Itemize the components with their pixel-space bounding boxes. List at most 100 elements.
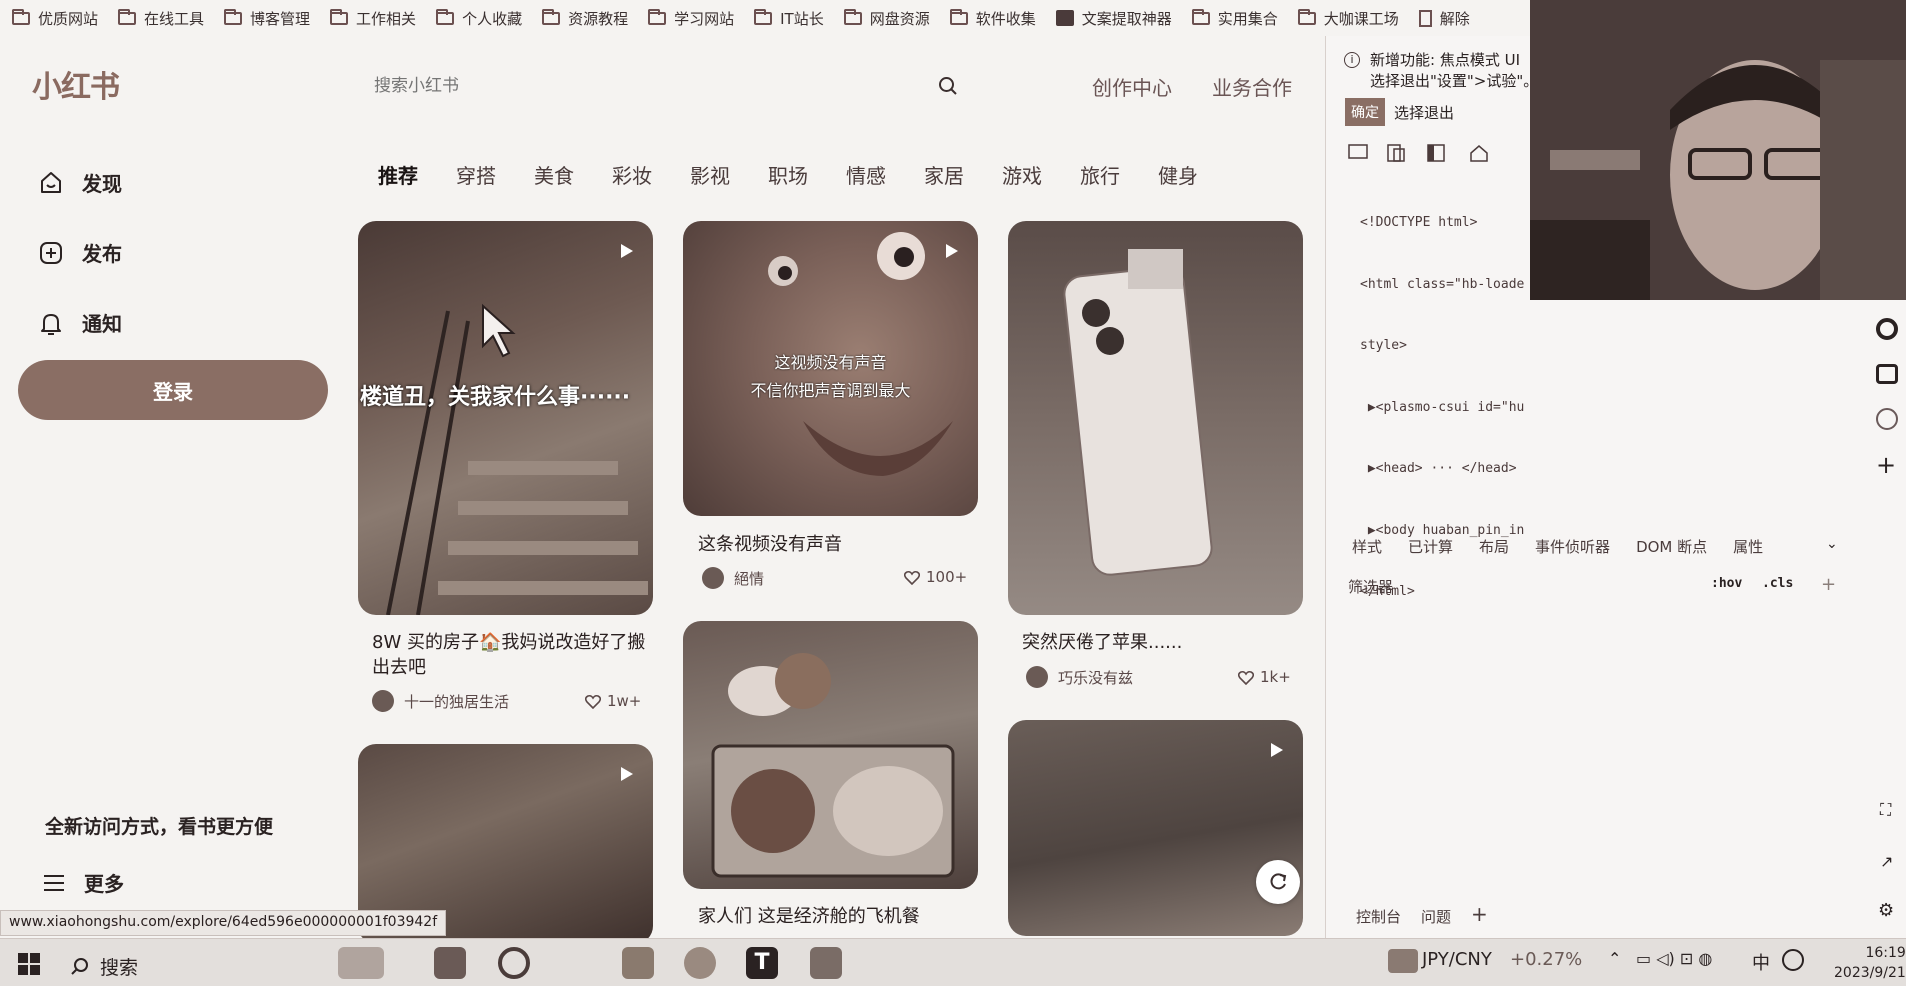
sidebar-item-discover[interactable]: 发现: [38, 168, 122, 197]
more-menu[interactable]: 更多: [42, 868, 124, 897]
currency-pair[interactable]: JPY/CNY: [1422, 949, 1492, 970]
extension-icon[interactable]: [1876, 408, 1898, 430]
devtools-toolbar-icons[interactable]: [1348, 142, 1528, 164]
app-icon[interactable]: [622, 947, 654, 979]
tray-icons[interactable]: ▭ ◁) ⊡ ◍: [1636, 949, 1712, 968]
tab-computed[interactable]: 已计算: [1408, 536, 1453, 557]
games-icon[interactable]: [1876, 364, 1898, 384]
opt-out-link[interactable]: 选择退出: [1394, 102, 1454, 123]
feed-card-title[interactable]: 家人们 这是经济舱的飞机餐: [698, 904, 920, 929]
like-count[interactable]: 100+: [904, 568, 967, 586]
bookmark-folder[interactable]: 实用集合: [1191, 8, 1278, 29]
site-logo[interactable]: 小红书: [32, 62, 120, 106]
add-icon[interactable]: +: [1876, 453, 1898, 477]
bookmark-link[interactable]: 文案提取神器: [1055, 8, 1172, 29]
browser-beta-icon[interactable]: [434, 947, 466, 979]
feed-card-image[interactable]: 这视频没有声音 不信你把声音调到最大: [683, 221, 978, 516]
hov-toggle[interactable]: :hov: [1711, 576, 1742, 591]
chevron-down-icon[interactable]: ⌄: [1826, 536, 1838, 552]
dom-tree[interactable]: <!DOCTYPE html> <html class="hb-loade st…: [1360, 172, 1524, 644]
tab-styles[interactable]: 样式: [1352, 536, 1382, 557]
folder-icon: [436, 8, 455, 25]
screenshot-icon[interactable]: ⛶: [1880, 800, 1891, 820]
sidebar-item-notifications[interactable]: 通知: [38, 308, 122, 337]
ime-indicator[interactable]: 中: [1752, 949, 1770, 975]
bookmark-folder[interactable]: 网盘资源: [843, 8, 930, 29]
feed-card-title[interactable]: 突然厌倦了苹果......: [1022, 630, 1182, 655]
typora-icon[interactable]: T: [746, 947, 778, 979]
tab-home[interactable]: 家居: [924, 160, 964, 189]
login-button[interactable]: 登录: [18, 360, 328, 420]
confirm-button[interactable]: 确定: [1345, 98, 1385, 126]
feed-card-title[interactable]: 8W 买的房子🏠我妈说改造好了搬出去吧: [372, 630, 652, 680]
like-count[interactable]: 1w+: [585, 692, 641, 710]
like-count[interactable]: 1k+: [1238, 668, 1291, 686]
search-input[interactable]: [372, 68, 932, 104]
clock[interactable]: 16:19 2023/9/21: [1834, 943, 1906, 983]
bookmark-folder[interactable]: 学习网站: [648, 8, 734, 29]
sidebar-item-publish[interactable]: 发布: [38, 238, 122, 267]
tab-food[interactable]: 美食: [534, 160, 574, 189]
bookmark-folder[interactable]: 工作相关: [330, 8, 416, 29]
tab-layout[interactable]: 布局: [1479, 536, 1509, 557]
bookmark-link[interactable]: 解除: [1418, 8, 1470, 29]
search-icon[interactable]: [938, 76, 958, 96]
refresh-button[interactable]: [1256, 860, 1300, 904]
tab-console[interactable]: 控制台: [1356, 906, 1401, 927]
tab-movies[interactable]: 影视: [690, 160, 730, 189]
folder-icon: [949, 8, 968, 25]
tab-fitness[interactable]: 健身: [1158, 160, 1198, 189]
creator-center-link[interactable]: 创作中心: [1092, 72, 1172, 101]
app-icon[interactable]: [684, 947, 716, 979]
bookmark-folder[interactable]: 个人收藏: [436, 8, 522, 29]
tab-games[interactable]: 游戏: [1002, 160, 1042, 189]
add-tab-icon[interactable]: +: [1471, 904, 1488, 927]
feed-card-title[interactable]: 这条视频没有声音: [698, 532, 842, 557]
status-url: www.xiaohongshu.com/explore/64ed596e0000…: [0, 910, 447, 936]
promo-text[interactable]: 全新访问方式，看书更方便: [45, 812, 273, 839]
windows-start-icon[interactable]: [18, 953, 40, 975]
feed-card-author[interactable]: 十一的独居生活: [372, 690, 509, 712]
feed-card-image[interactable]: 楼道丑，关我家什么事······: [358, 221, 653, 615]
taskbar-widget[interactable]: [338, 947, 384, 979]
app-tray-icon[interactable]: [1782, 949, 1804, 971]
feed-card-image[interactable]: [683, 621, 978, 889]
currency-change[interactable]: +0.27%: [1510, 949, 1582, 970]
tab-properties[interactable]: 属性: [1733, 536, 1763, 557]
feed-card-image[interactable]: [1008, 221, 1303, 615]
feed-card-author[interactable]: 絕情: [702, 567, 764, 589]
file-explorer-icon[interactable]: [810, 947, 842, 979]
tab-travel[interactable]: 旅行: [1080, 160, 1120, 189]
bookmark-folder[interactable]: 在线工具: [118, 8, 204, 29]
add-rule-icon[interactable]: +: [1821, 574, 1836, 595]
bookmark-folder[interactable]: 优质网站: [12, 8, 98, 29]
bookmark-folder[interactable]: 软件收集: [949, 8, 1036, 29]
tab-event-listeners[interactable]: 事件侦听器: [1535, 536, 1610, 557]
bookmark-folder[interactable]: 资源教程: [542, 8, 628, 29]
tab-recommend[interactable]: 推荐: [378, 160, 418, 189]
tab-career[interactable]: 职场: [768, 160, 808, 189]
bookmark-folder[interactable]: 博客管理: [224, 8, 310, 29]
external-link-icon[interactable]: ↗: [1880, 852, 1893, 871]
chrome-icon[interactable]: [498, 947, 530, 979]
bookmark-folder[interactable]: 大咖课工场: [1297, 8, 1399, 29]
page-icon: [1418, 9, 1432, 27]
tab-outfit[interactable]: 穿搭: [456, 160, 496, 189]
copilot-icon[interactable]: [1876, 318, 1898, 340]
edge-sidebar: +: [1876, 318, 1898, 477]
settings-gear-icon[interactable]: ⚙: [1878, 900, 1894, 921]
folder-icon: [754, 8, 773, 25]
bookmark-folder[interactable]: IT站长: [754, 8, 824, 29]
cls-toggle[interactable]: .cls: [1762, 576, 1793, 591]
tab-emotion[interactable]: 情感: [846, 160, 886, 189]
drawer-tabs: 控制台 问题 +: [1356, 904, 1508, 927]
business-link[interactable]: 业务合作: [1212, 72, 1292, 101]
tab-dom-breakpoints[interactable]: DOM 断点: [1636, 536, 1707, 557]
tab-makeup[interactable]: 彩妆: [612, 160, 652, 189]
taskbar-search[interactable]: 搜索: [70, 953, 138, 980]
filter-input[interactable]: 筛选器: [1348, 576, 1393, 597]
tab-issues[interactable]: 问题: [1421, 906, 1451, 927]
feed-card-image[interactable]: [1008, 720, 1303, 936]
chevron-up-icon[interactable]: ⌃: [1608, 949, 1621, 968]
feed-card-author[interactable]: 巧乐没有兹: [1026, 666, 1133, 688]
